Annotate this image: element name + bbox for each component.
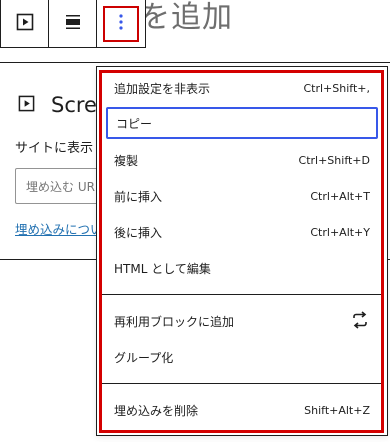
menu-item-shortcut: Shift+Alt+Z	[304, 403, 370, 417]
menu-item-label: HTML として編集	[114, 261, 211, 276]
reusable-block-icon	[350, 310, 370, 332]
menu-item-shortcut: Ctrl+Shift+D	[298, 153, 370, 167]
menu-item-label: 複製	[114, 153, 139, 168]
menu-item-label: 前に挿入	[114, 189, 163, 204]
menu-item-edit-as-html[interactable]: HTML として編集	[106, 252, 378, 284]
align-wide-icon	[64, 13, 82, 35]
menu-item-duplicate[interactable]: 複製 Ctrl+Shift+D	[106, 144, 378, 176]
embed-help-link[interactable]: 埋め込みについ	[15, 219, 103, 238]
menu-item-remove-embed[interactable]: 埋め込みを削除 Shift+Alt+Z	[106, 394, 378, 426]
menu-item-copy[interactable]: コピー	[106, 107, 378, 139]
block-toolbar	[0, 0, 146, 48]
more-options-button[interactable]	[95, 0, 145, 47]
background-heading: を追加	[140, 0, 233, 35]
play-square-icon	[16, 13, 34, 35]
menu-item-group[interactable]: グループ化	[106, 341, 378, 373]
menu-item-insert-before[interactable]: 前に挿入 Ctrl+Alt+T	[106, 180, 378, 212]
menu-item-insert-after[interactable]: 後に挿入 Ctrl+Alt+Y	[106, 216, 378, 248]
menu-item-shortcut: Ctrl+Alt+Y	[310, 225, 370, 239]
menu-item-label: コピー	[116, 116, 153, 131]
menu-item-shortcut: Ctrl+Alt+T	[310, 189, 370, 203]
menu-item-label: 再利用ブロックに追加	[114, 314, 235, 329]
block-type-button[interactable]	[1, 0, 48, 47]
menu-item-add-to-reusable[interactable]: 再利用ブロックに追加	[106, 305, 378, 337]
menu-item-label: 追加設定を非表示	[114, 81, 211, 96]
menu-separator	[100, 383, 384, 384]
menu-item-label: 埋め込みを削除	[114, 403, 199, 418]
more-options-highlight	[102, 5, 139, 42]
embed-description: サイトに表示	[15, 141, 94, 156]
embed-header: Scre	[18, 93, 97, 117]
menu-item-label: 後に挿入	[114, 225, 163, 240]
vertical-ellipsis-icon	[118, 13, 124, 35]
menu-item-label: グループ化	[114, 350, 174, 365]
embed-title: Scre	[51, 93, 97, 117]
embed-play-icon	[18, 95, 35, 116]
menu-separator	[100, 294, 384, 295]
menu-item-shortcut: Ctrl+Shift+,	[303, 81, 370, 95]
align-button[interactable]	[48, 0, 95, 47]
menu-item-hide-settings[interactable]: 追加設定を非表示 Ctrl+Shift+,	[106, 72, 378, 104]
